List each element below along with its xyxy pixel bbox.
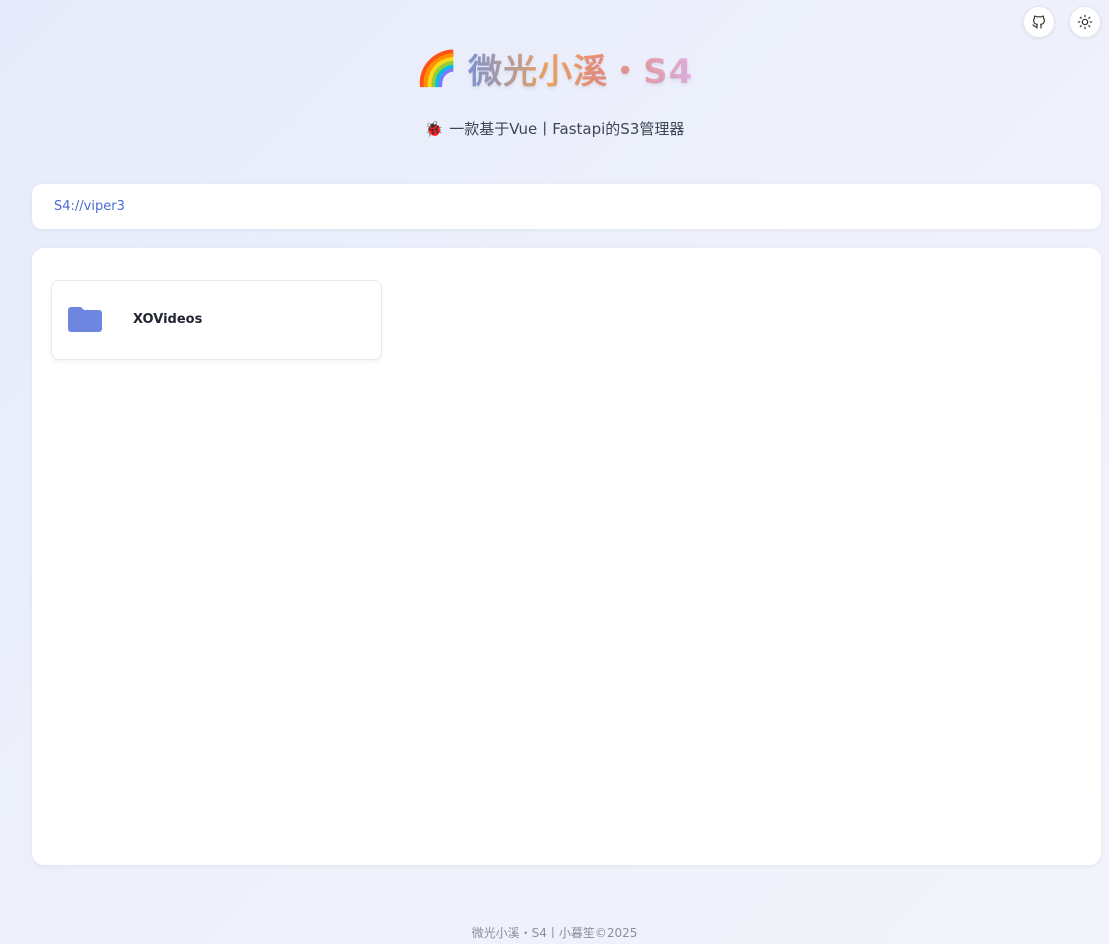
subtitle-text: 一款基于Vue丨Fastapi的S3管理器 [449,120,685,138]
breadcrumb-path[interactable]: S4://viper3 [54,199,125,214]
footer: 微光小溪・S4丨小暮笙©2025 [471,926,638,940]
github-button[interactable] [1023,6,1055,38]
page-title: 微光小溪・S4 [468,44,693,93]
page-subtitle: 🐞 一款基于Vue丨Fastapi的S3管理器 [0,118,1109,139]
github-icon [1032,15,1045,29]
breadcrumb: S4://viper3 [32,184,1101,229]
rainbow-icon: 🌈 [415,48,459,89]
folder-name: XOVideos [133,312,203,327]
sun-icon [1077,14,1093,30]
app-title: 🌈 微光小溪・S4 [0,44,1109,93]
header-actions [1023,6,1101,38]
bug-icon: 🐞 [424,119,444,138]
folder-icon [68,307,102,332]
folder-item-xovideos[interactable]: XOVideos [51,280,382,360]
theme-toggle-button[interactable] [1069,6,1101,38]
file-browser: XOVideos [32,248,1101,865]
